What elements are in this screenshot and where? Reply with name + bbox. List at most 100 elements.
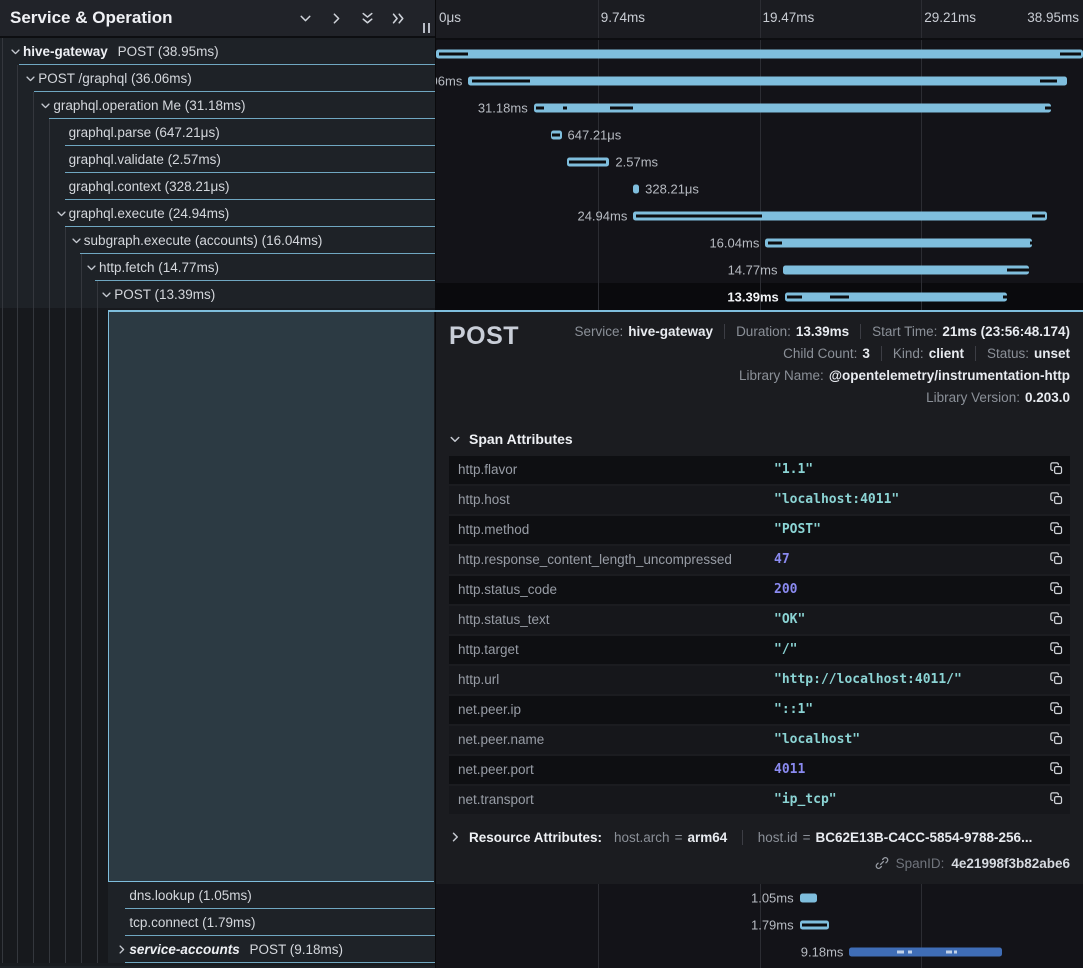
expand-one-icon[interactable] [328, 10, 345, 27]
copy-icon [1049, 521, 1064, 536]
chevron-down-icon[interactable] [71, 235, 82, 246]
attribute-key: http.url [458, 666, 499, 694]
span-timeline-row[interactable]: 1.79ms [436, 911, 1083, 938]
span-bar[interactable] [468, 76, 1067, 85]
span-timeline-row[interactable]: 36.06ms [436, 67, 1083, 94]
span-timeline-row[interactable]: 14.77ms [436, 256, 1083, 283]
ruler-tick-label: 0μs [439, 10, 461, 25]
overview-value: hive-gateway [628, 324, 713, 339]
span-timeline-row[interactable]: 31.18ms [436, 94, 1083, 121]
attribute-key: net.peer.port [458, 756, 534, 784]
span-attributes-header[interactable]: Span Attributes [449, 428, 1070, 450]
resource-attributes-row[interactable]: Resource Attributes: host.arch=arm64 hos… [449, 826, 1070, 848]
chevron-down-icon[interactable] [101, 289, 112, 300]
copy-icon [1049, 731, 1064, 746]
span-bar[interactable] [551, 130, 562, 139]
attribute-row: http.host "localhost:4011" [449, 486, 1070, 514]
span-operation-label: subgraph.execute (accounts) (16.04ms) [84, 233, 323, 248]
attribute-value: "POST" [774, 516, 821, 544]
attribute-value: "localhost:4011" [774, 486, 899, 514]
copy-button[interactable] [1049, 791, 1064, 806]
span-bar[interactable] [633, 211, 1047, 220]
span-bar[interactable] [849, 947, 1002, 956]
span-row[interactable]: graphql.validate (2.57ms) [0, 146, 435, 173]
copy-button[interactable] [1049, 731, 1064, 746]
collapse-one-icon[interactable] [297, 10, 314, 27]
span-duration-label: 16.04ms [709, 235, 759, 250]
span-timeline-row[interactable]: 328.21μs [436, 175, 1083, 202]
copy-button[interactable] [1049, 671, 1064, 686]
copy-button[interactable] [1049, 461, 1064, 476]
span-bar[interactable] [785, 292, 1008, 301]
chevron-right-icon[interactable] [116, 944, 127, 955]
attribute-value: "1.1" [774, 456, 813, 484]
chevron-down-icon[interactable] [10, 46, 21, 57]
copy-button[interactable] [1049, 611, 1064, 626]
attribute-row: http.status_text "OK" [449, 606, 1070, 634]
span-title: POST [449, 320, 519, 408]
attribute-key: http.host [458, 486, 510, 514]
span-timeline-row[interactable]: 1.05ms [436, 884, 1083, 911]
span-timeline-row[interactable]: 16.04ms [436, 229, 1083, 256]
timeline-panel: 0μs9.74ms19.47ms29.21ms38.95ms 36.06ms 3… [435, 0, 1083, 968]
span-row[interactable]: tcp.connect (1.79ms) [0, 909, 435, 936]
span-row[interactable]: graphql.context (328.21μs) [0, 173, 435, 200]
span-bar[interactable] [567, 157, 610, 166]
span-row[interactable]: hive-gateway POST (38.95ms) [0, 38, 435, 65]
chevron-down-icon[interactable] [40, 100, 51, 111]
span-overview: Service:hive-gateway Duration:13.39ms St… [519, 320, 1070, 408]
span-row[interactable]: dns.lookup (1.05ms) [0, 882, 435, 909]
overview-value: unset [1034, 346, 1070, 361]
span-operation-label: POST (13.39ms) [114, 287, 215, 302]
span-bar[interactable] [800, 893, 817, 902]
span-timeline-row[interactable] [436, 40, 1083, 67]
span-bar[interactable] [800, 920, 830, 929]
overview-label: Child Count: [783, 346, 857, 361]
chevron-down-icon [449, 433, 461, 445]
span-duration-label: 1.79ms [751, 917, 794, 932]
chevron-down-icon[interactable] [25, 73, 36, 84]
span-row[interactable]: http.fetch (14.77ms) [0, 254, 435, 281]
copy-button[interactable] [1049, 521, 1064, 536]
copy-button[interactable] [1049, 761, 1064, 776]
attribute-key: http.response_content_length_uncompresse… [458, 546, 732, 574]
collapse-all-icon[interactable] [359, 10, 376, 27]
copy-button[interactable] [1049, 701, 1064, 716]
span-bar[interactable] [436, 49, 1083, 58]
span-operation-label: graphql.context (328.21μs) [69, 179, 230, 194]
span-bar[interactable] [534, 103, 1052, 112]
span-row[interactable]: POST (13.39ms) [0, 281, 435, 308]
attribute-value: "OK" [774, 606, 805, 634]
span-row[interactable]: graphql.parse (647.21μs) [0, 119, 435, 146]
span-bar[interactable] [765, 238, 1032, 247]
span-timeline-row[interactable]: 24.94ms [436, 202, 1083, 229]
link-icon[interactable] [875, 856, 889, 870]
span-timeline-row[interactable]: 9.18ms [436, 938, 1083, 965]
panel-resize-handle[interactable] [423, 23, 430, 33]
span-bar[interactable] [783, 265, 1028, 274]
span-service-name: service-accounts [129, 942, 239, 957]
copy-button[interactable] [1049, 551, 1064, 566]
span-row[interactable]: graphql.operation Me (31.18ms) [0, 92, 435, 119]
span-row[interactable]: POST /graphql (36.06ms) [0, 65, 435, 92]
copy-icon [1049, 791, 1064, 806]
span-timeline-row[interactable]: 647.21μs [436, 121, 1083, 148]
copy-button[interactable] [1049, 581, 1064, 596]
span-timeline-row[interactable]: 2.57ms [436, 148, 1083, 175]
span-row[interactable]: service-accounts POST (9.18ms) [0, 936, 435, 963]
span-timeline-row[interactable]: 13.39ms [436, 283, 1083, 310]
timeline-ruler[interactable]: 0μs9.74ms19.47ms29.21ms38.95ms [436, 0, 1083, 40]
span-duration-label: 24.94ms [577, 208, 627, 223]
copy-icon [1049, 761, 1064, 776]
copy-icon [1049, 551, 1064, 566]
span-row[interactable]: graphql.execute (24.94ms) [0, 200, 435, 227]
chevron-down-icon[interactable] [86, 262, 97, 273]
span-row[interactable]: subgraph.execute (accounts) (16.04ms) [0, 227, 435, 254]
copy-button[interactable] [1049, 641, 1064, 656]
expand-all-icon[interactable] [390, 10, 407, 27]
span-bar[interactable] [633, 184, 639, 193]
attribute-value: 47 [774, 546, 790, 574]
chevron-down-icon[interactable] [56, 208, 67, 219]
overview-label: Library Version: [926, 390, 1020, 405]
copy-button[interactable] [1049, 491, 1064, 506]
